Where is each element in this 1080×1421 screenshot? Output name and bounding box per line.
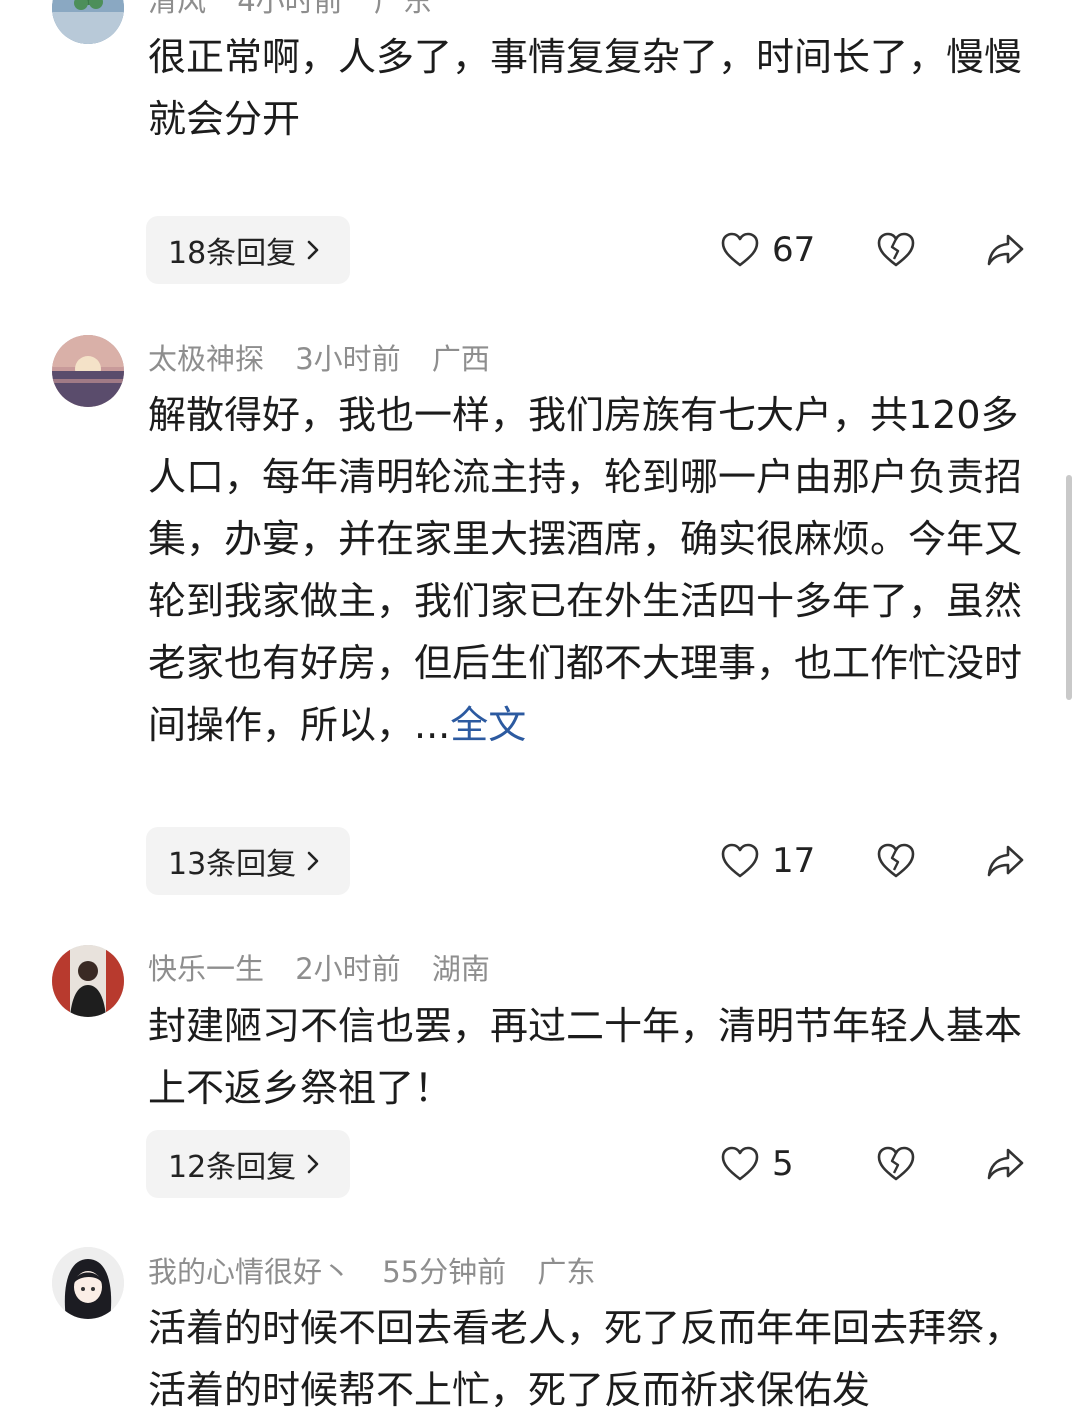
user-avatar[interactable] bbox=[52, 0, 124, 44]
comment-meta: 太极神探 3小时前 广西 bbox=[148, 336, 512, 378]
username[interactable]: 清风 bbox=[148, 0, 206, 18]
comment-time: 3小时前 bbox=[295, 342, 401, 376]
view-replies-button[interactable]: 18条回复 bbox=[146, 216, 351, 284]
share-arrow-icon bbox=[987, 1148, 1024, 1180]
reply-count-label: 12条回复 bbox=[168, 1150, 297, 1185]
reply-count-label: 18条回复 bbox=[168, 236, 297, 271]
broken-heart-icon bbox=[877, 843, 915, 878]
comment-body: 很正常啊，人多了，事情复复杂了，时间长了，慢慢就会分开 bbox=[148, 35, 1023, 141]
comment-location: 广东 bbox=[373, 0, 432, 18]
expand-full-text-link[interactable]: 全文 bbox=[450, 703, 526, 747]
heart-outline-icon bbox=[721, 843, 759, 878]
username[interactable]: 快乐一生 bbox=[148, 952, 264, 986]
comment-time: 55分钟前 bbox=[382, 1255, 507, 1289]
broken-heart-icon bbox=[877, 232, 915, 267]
comment-body: 活着的时候不回去看老人，死了反而年年回去拜祭，活着的时候帮不上忙，死了反而祈求保… bbox=[148, 1306, 1023, 1412]
dislike-button[interactable] bbox=[876, 231, 916, 269]
share-button[interactable] bbox=[986, 232, 1026, 268]
chevron-right-icon bbox=[307, 240, 319, 260]
heart-outline-icon bbox=[721, 232, 759, 267]
reply-count-label: 13条回复 bbox=[168, 847, 297, 882]
share-button[interactable] bbox=[986, 1146, 1026, 1182]
comment-text: 很正常啊，人多了，事情复复杂了，时间长了，慢慢就会分开 bbox=[148, 26, 1033, 150]
comment-text: 封建陋习不信也罢，再过二十年，清明节年轻人基本上不返乡祭祖了！ bbox=[148, 995, 1033, 1119]
share-arrow-icon bbox=[987, 234, 1024, 266]
comment-time: 4小时前 bbox=[237, 0, 343, 18]
share-arrow-icon bbox=[987, 845, 1024, 877]
view-replies-button[interactable]: 13条回复 bbox=[146, 827, 351, 895]
user-avatar[interactable] bbox=[52, 945, 124, 1017]
like-button[interactable]: 5 bbox=[720, 1144, 794, 1184]
view-replies-button[interactable]: 12条回复 bbox=[146, 1130, 351, 1198]
chevron-right-icon bbox=[307, 1154, 319, 1174]
comment-meta: 快乐一生 2小时前 湖南 bbox=[148, 946, 512, 988]
comment-body: 解散得好，我也一样，我们房族有七大户，共120多人口，每年清明轮流主持，轮到哪一… bbox=[148, 393, 1023, 747]
user-avatar[interactable] bbox=[52, 335, 124, 407]
person-photo-avatar bbox=[52, 945, 124, 1017]
scrollbar[interactable] bbox=[1066, 475, 1072, 700]
dislike-button[interactable] bbox=[876, 1145, 916, 1183]
username[interactable]: 我的心情很好丶 bbox=[148, 1255, 351, 1289]
share-button[interactable] bbox=[986, 843, 1026, 879]
like-button[interactable]: 17 bbox=[720, 841, 815, 881]
chevron-right-icon bbox=[307, 851, 319, 871]
like-count: 17 bbox=[772, 841, 816, 881]
dislike-button[interactable] bbox=[876, 842, 916, 880]
comment-meta: 我的心情很好丶 55分钟前 广东 bbox=[148, 1249, 617, 1291]
comment-time: 2小时前 bbox=[295, 952, 401, 986]
comment-meta: 清风 4小时前 广东 bbox=[148, 0, 454, 20]
comment-body: 封建陋习不信也罢，再过二十年，清明节年轻人基本上不返乡祭祖了！ bbox=[148, 1004, 1023, 1110]
like-count: 67 bbox=[772, 230, 816, 270]
clover-photo-avatar bbox=[52, 0, 124, 44]
heart-outline-icon bbox=[721, 1146, 759, 1181]
broken-heart-icon bbox=[877, 1146, 915, 1181]
anime-girl-avatar bbox=[52, 1247, 124, 1319]
comment-text: 解散得好，我也一样，我们房族有七大户，共120多人口，每年清明轮流主持，轮到哪一… bbox=[148, 384, 1033, 756]
comment-text: 活着的时候不回去看老人，死了反而年年回去拜祭，活着的时候帮不上忙，死了反而祈求保… bbox=[148, 1297, 1033, 1421]
like-count: 5 bbox=[772, 1144, 794, 1184]
sunset-photo-avatar bbox=[52, 335, 124, 407]
comment-location: 广西 bbox=[431, 342, 490, 376]
comment-location: 广东 bbox=[537, 1255, 596, 1289]
username[interactable]: 太极神探 bbox=[148, 342, 264, 376]
comment-location: 湖南 bbox=[431, 952, 490, 986]
user-avatar[interactable] bbox=[52, 1247, 124, 1319]
like-button[interactable]: 67 bbox=[720, 230, 815, 270]
